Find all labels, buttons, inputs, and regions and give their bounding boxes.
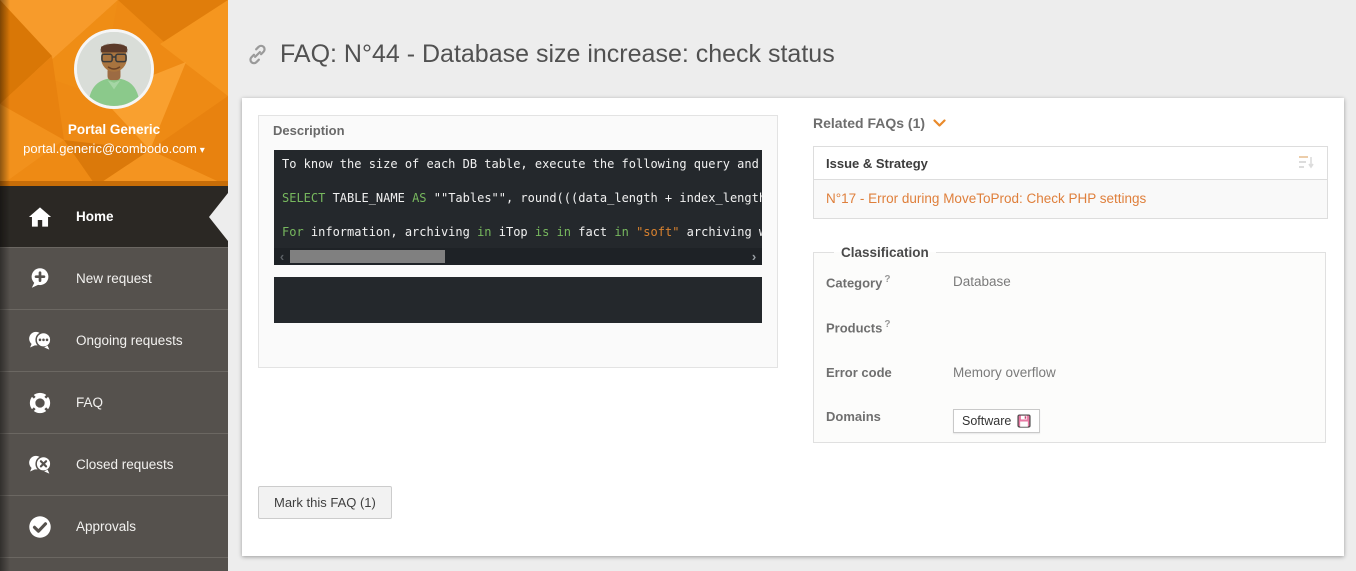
sidebar-item-label: Home	[76, 209, 114, 224]
scrollbar-track[interactable]	[290, 248, 746, 265]
caret-down-icon: ▾	[200, 145, 205, 156]
domain-tag-chip[interactable]: Software	[953, 409, 1040, 433]
classification-legend: Classification	[834, 245, 936, 260]
closed-requests-icon	[26, 451, 54, 479]
related-faq-link[interactable]: N°17 - Error during MoveToProd: Check PH…	[826, 191, 1146, 206]
classification-row-error-code: Error codeMemory overflow	[826, 365, 1325, 380]
code-line: To know the size of each DB table, execu…	[282, 156, 754, 173]
page-title-text: FAQ: N°44 - Database size increase: chec…	[280, 40, 835, 69]
ongoing-requests-icon	[26, 327, 54, 355]
faq-table-body: N°17 - Error during MoveToProd: Check PH…	[814, 179, 1327, 218]
related-faqs-toggle[interactable]: Related FAQs (1)	[813, 115, 946, 131]
mark-faq-button[interactable]: Mark this FAQ (1)	[258, 486, 392, 519]
link-icon	[246, 43, 269, 66]
sidebar-item-closed-requests[interactable]: Closed requests	[0, 433, 228, 495]
approvals-icon	[26, 513, 54, 541]
sidebar-item-label: Approvals	[76, 519, 136, 534]
sidebar-item-label: New request	[76, 271, 152, 286]
related-faqs-heading: Related FAQs (1)	[813, 115, 925, 131]
user-name: Portal Generic	[0, 122, 228, 137]
field-label: Category?	[826, 274, 953, 290]
page-title: FAQ: N°44 - Database size increase: chec…	[246, 40, 835, 69]
code-line: For information, archiving in iTop is in…	[282, 224, 754, 241]
sidebar-item-partial	[0, 557, 228, 571]
faq-icon	[26, 389, 54, 417]
help-question-mark[interactable]: ?	[884, 274, 890, 285]
code-line	[282, 207, 754, 224]
sidebar-user-header: Portal Generic portal.generic@combodo.co…	[0, 0, 228, 186]
classification-row-domains: Domains Software	[826, 409, 1325, 433]
scroll-right-arrow-icon[interactable]: ›	[746, 248, 762, 265]
description-code-block: To know the size of each DB table, execu…	[274, 150, 762, 248]
sidebar-nav: Home New request Ongoing requests FAQ Closed…	[0, 186, 228, 571]
main-area: FAQ: N°44 - Database size increase: chec…	[228, 0, 1356, 571]
sidebar-item-label: Ongoing requests	[76, 333, 183, 348]
classification-row-category: Category?Database	[826, 274, 1325, 290]
user-avatar	[74, 29, 154, 109]
home-icon	[26, 203, 54, 231]
field-value: Database	[953, 274, 1011, 289]
sidebar-item-label: Closed requests	[76, 457, 174, 472]
classification-fields: Category?Database Products? Error codeMemo…	[826, 274, 1325, 433]
description-code-block-empty	[274, 277, 762, 323]
sidebar-item-label: FAQ	[76, 395, 103, 410]
field-label: Error code	[826, 365, 953, 380]
field-label: Products?	[826, 319, 953, 335]
floppy-disk-icon	[1017, 414, 1031, 428]
field-label: Domains	[826, 409, 953, 424]
scrollbar-thumb[interactable]	[290, 250, 445, 263]
content-card: Description To know the size of each DB …	[242, 98, 1344, 556]
faq-table-row: N°17 - Error during MoveToProd: Check PH…	[814, 179, 1327, 218]
faq-table-header-row: Issue & Strategy	[814, 147, 1327, 179]
description-label: Description	[273, 123, 345, 138]
sidebar-item-faq[interactable]: FAQ	[0, 371, 228, 433]
sort-icon[interactable]	[1299, 155, 1315, 172]
sidebar-item-new-request[interactable]: New request	[0, 247, 228, 309]
classification-fieldset: Classification Category?Database Products…	[813, 245, 1326, 443]
field-value: Memory overflow	[953, 365, 1056, 380]
sidebar-item-ongoing-requests[interactable]: Ongoing requests	[0, 309, 228, 371]
avatar-illustration	[77, 32, 151, 106]
classification-row-products: Products?	[826, 319, 1325, 335]
faq-table-header-label: Issue & Strategy	[826, 156, 928, 171]
code-horizontal-scrollbar[interactable]: ‹ ›	[274, 248, 762, 265]
sidebar: Portal Generic portal.generic@combodo.co…	[0, 0, 228, 571]
related-faqs-table: Issue & Strategy N°17 - Error during Mov…	[813, 146, 1328, 219]
help-question-mark[interactable]: ?	[884, 319, 890, 330]
code-line: SELECT TABLE_NAME AS ""Tables"", round((…	[282, 190, 754, 207]
itop-portal-app: Portal Generic portal.generic@combodo.co…	[0, 0, 1356, 571]
chevron-down-icon	[933, 115, 946, 131]
code-line	[282, 173, 754, 190]
scroll-left-arrow-icon[interactable]: ‹	[274, 248, 290, 265]
sidebar-item-approvals[interactable]: Approvals	[0, 495, 228, 557]
tag-label: Software	[962, 414, 1011, 428]
new-request-icon	[26, 265, 54, 293]
user-email-label: portal.generic@combodo.com	[23, 141, 197, 156]
sidebar-item-home[interactable]: Home	[0, 186, 228, 247]
user-menu-toggle[interactable]: portal.generic@combodo.com▾	[0, 141, 228, 156]
description-panel: Description To know the size of each DB …	[258, 115, 778, 368]
